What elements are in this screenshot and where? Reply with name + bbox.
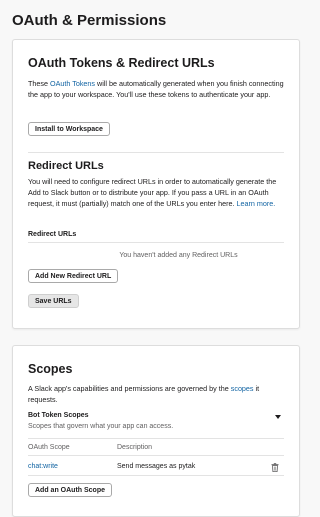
scope-description: Send messages as pytak: [117, 463, 196, 470]
oauth-tokens-card: OAuth Tokens & Redirect URLs These OAuth…: [12, 39, 300, 329]
scopes-card: Scopes A Slack app's capabilities and pe…: [12, 345, 300, 517]
oauth-tokens-description: These OAuth Tokens will be automatically…: [28, 79, 284, 99]
learn-more-link[interactable]: Learn more.: [237, 199, 276, 208]
column-header-description: Description: [117, 444, 153, 451]
save-urls-button[interactable]: Save URLs: [28, 294, 79, 308]
oauth-tokens-title: OAuth Tokens & Redirect URLs: [28, 56, 215, 70]
table-top-divider: [28, 438, 284, 439]
add-new-redirect-url-button[interactable]: Add New Redirect URL: [28, 269, 119, 283]
bot-token-scopes-description: Scopes that govern what your app can acc…: [28, 423, 174, 430]
collapse-caret-icon[interactable]: [275, 415, 281, 419]
redirect-urls-description: You will need to configure redirect URLs…: [28, 177, 277, 208]
redirect-urls-title: Redirect URLs: [28, 160, 104, 172]
scope-name-link[interactable]: chat:write: [28, 463, 58, 470]
redirect-urls-list-header: Redirect URLs: [28, 231, 77, 238]
section-divider: [28, 152, 284, 153]
table-row-divider: [28, 475, 284, 476]
scopes-title: Scopes: [28, 362, 73, 376]
install-to-workspace-button[interactable]: Install to Workspace: [28, 122, 110, 136]
page-title: OAuth & Permissions: [12, 12, 167, 29]
bot-token-scopes-title[interactable]: Bot Token Scopes: [28, 412, 284, 419]
add-oauth-scope-button[interactable]: Add an OAuth Scope: [28, 483, 112, 497]
table-header-divider: [28, 455, 284, 456]
redirect-urls-empty-state: You haven't added any Redirect URLs: [119, 252, 238, 259]
scopes-description: A Slack app's capabilities and permissio…: [28, 384, 260, 404]
oauth-tokens-link[interactable]: OAuth Tokens: [50, 79, 95, 88]
list-divider: [28, 242, 284, 243]
scopes-link[interactable]: scopes: [231, 384, 254, 393]
trash-icon[interactable]: [271, 463, 279, 472]
column-header-scope: OAuth Scope: [28, 444, 70, 451]
